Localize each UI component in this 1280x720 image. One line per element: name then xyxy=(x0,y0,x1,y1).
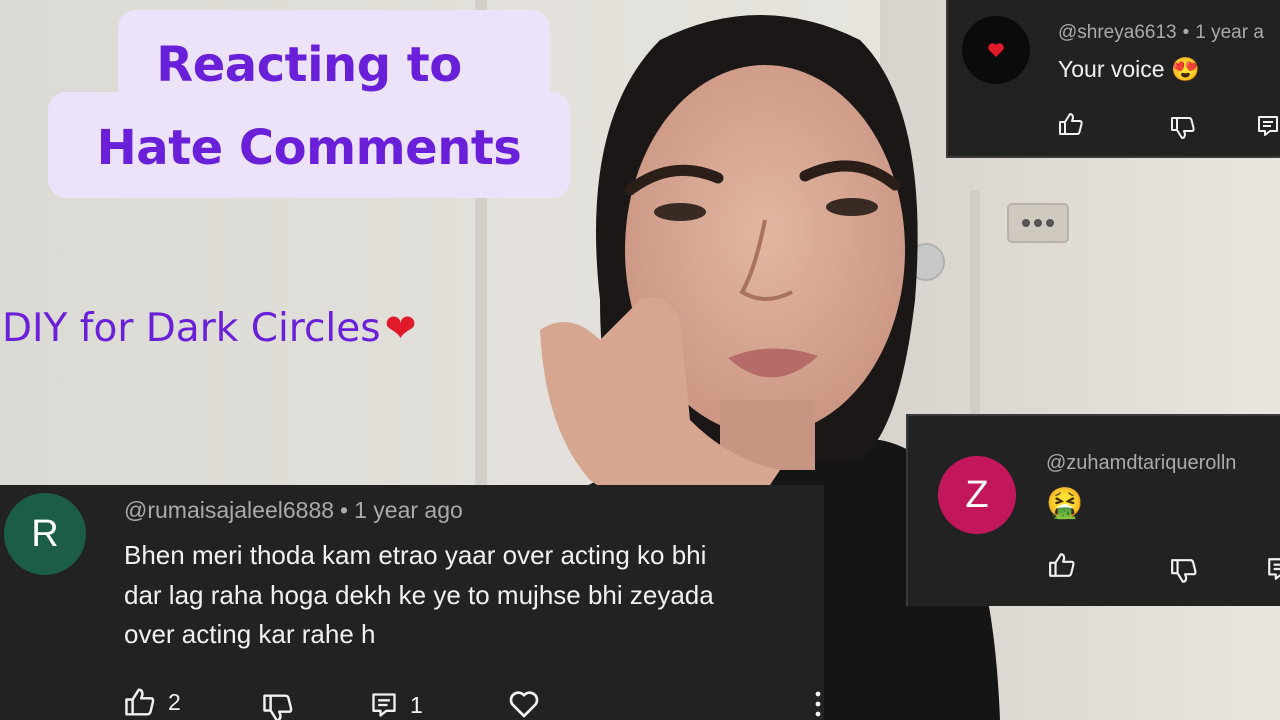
comment-card: R @rumaisajaleel6888 • 1 year ago Bhen mer… xyxy=(0,485,824,720)
comment-text-line: over acting kar rahe h xyxy=(124,619,376,649)
thumbs-up-icon xyxy=(1059,113,1083,135)
meta-separator: • xyxy=(340,497,349,523)
comment-timestamp[interactable]: 1 year a xyxy=(1195,22,1264,43)
thumbs-down-icon xyxy=(263,694,293,720)
avatar[interactable] xyxy=(962,16,1030,84)
comment-meta: @rumaisajaleel6888 • 1 year ago xyxy=(124,497,463,524)
heart-icon xyxy=(988,43,1004,57)
comment-username[interactable]: @zuhamdtariquerolln xyxy=(1046,452,1236,474)
thumbs-up-icon xyxy=(1049,553,1075,577)
comment-text: 🤮 xyxy=(1046,487,1084,520)
avatar[interactable]: R xyxy=(4,493,86,575)
comment-text: Your voice 😍 xyxy=(1058,56,1200,82)
like-button[interactable] xyxy=(1048,552,1076,578)
more-vertical-icon xyxy=(815,691,821,717)
reply-icon xyxy=(1268,558,1280,580)
avatar[interactable]: Z xyxy=(938,456,1016,534)
thumbs-up-icon xyxy=(125,688,155,716)
more-options-button[interactable] xyxy=(814,689,822,719)
subtitle: DIY for Dark Circles ❤ xyxy=(2,306,416,351)
comment-meta: @shreya6613 • 1 year a xyxy=(1058,22,1264,44)
like-count: 2 xyxy=(168,688,181,715)
avatar-letter: Z xyxy=(965,473,989,516)
comment-timestamp[interactable]: 1 year ago xyxy=(354,497,463,523)
meta-separator: • xyxy=(1182,22,1190,43)
comment-text-line: dar lag raha hoga dekh ke ye to mujhse b… xyxy=(124,580,714,610)
thumbs-down-icon xyxy=(1171,559,1197,583)
reply-button[interactable] xyxy=(1256,114,1280,138)
comment-text-line: Bhen meri thoda kam etrao yaar over acti… xyxy=(124,540,707,570)
creator-heart-button[interactable] xyxy=(508,689,540,719)
dislike-button[interactable] xyxy=(262,693,294,720)
reply-button[interactable]: 1 xyxy=(370,691,423,719)
like-button[interactable] xyxy=(1058,112,1084,136)
heart-outline-icon xyxy=(509,691,539,718)
heart-icon: ❤ xyxy=(384,306,417,350)
title-card: Reacting to Hate Comments xyxy=(48,10,570,198)
thumbs-down-icon xyxy=(1171,117,1195,139)
reply-count: 1 xyxy=(410,691,423,718)
title-line-1: Reacting to xyxy=(156,37,462,93)
like-button[interactable]: 2 xyxy=(124,687,181,717)
comment-meta: @zuhamdtariquerolln xyxy=(1046,452,1236,475)
subtitle-text: DIY for Dark Circles xyxy=(2,306,381,351)
comment-username[interactable]: @shreya6613 xyxy=(1058,22,1177,43)
comment-username[interactable]: @rumaisajaleel6888 xyxy=(124,497,334,523)
avatar-letter: R xyxy=(31,512,59,555)
comment-card: Z @zuhamdtariquerolln 🤮 xyxy=(906,414,1280,606)
reply-icon xyxy=(1258,116,1278,136)
title-line-2: Hate Comments xyxy=(96,120,522,176)
dislike-button[interactable] xyxy=(1170,558,1198,584)
reply-button[interactable] xyxy=(1266,556,1280,582)
comment-card: @shreya6613 • 1 year a Your voice 😍 xyxy=(946,0,1280,158)
reply-icon xyxy=(372,693,396,717)
dislike-button[interactable] xyxy=(1170,116,1196,140)
